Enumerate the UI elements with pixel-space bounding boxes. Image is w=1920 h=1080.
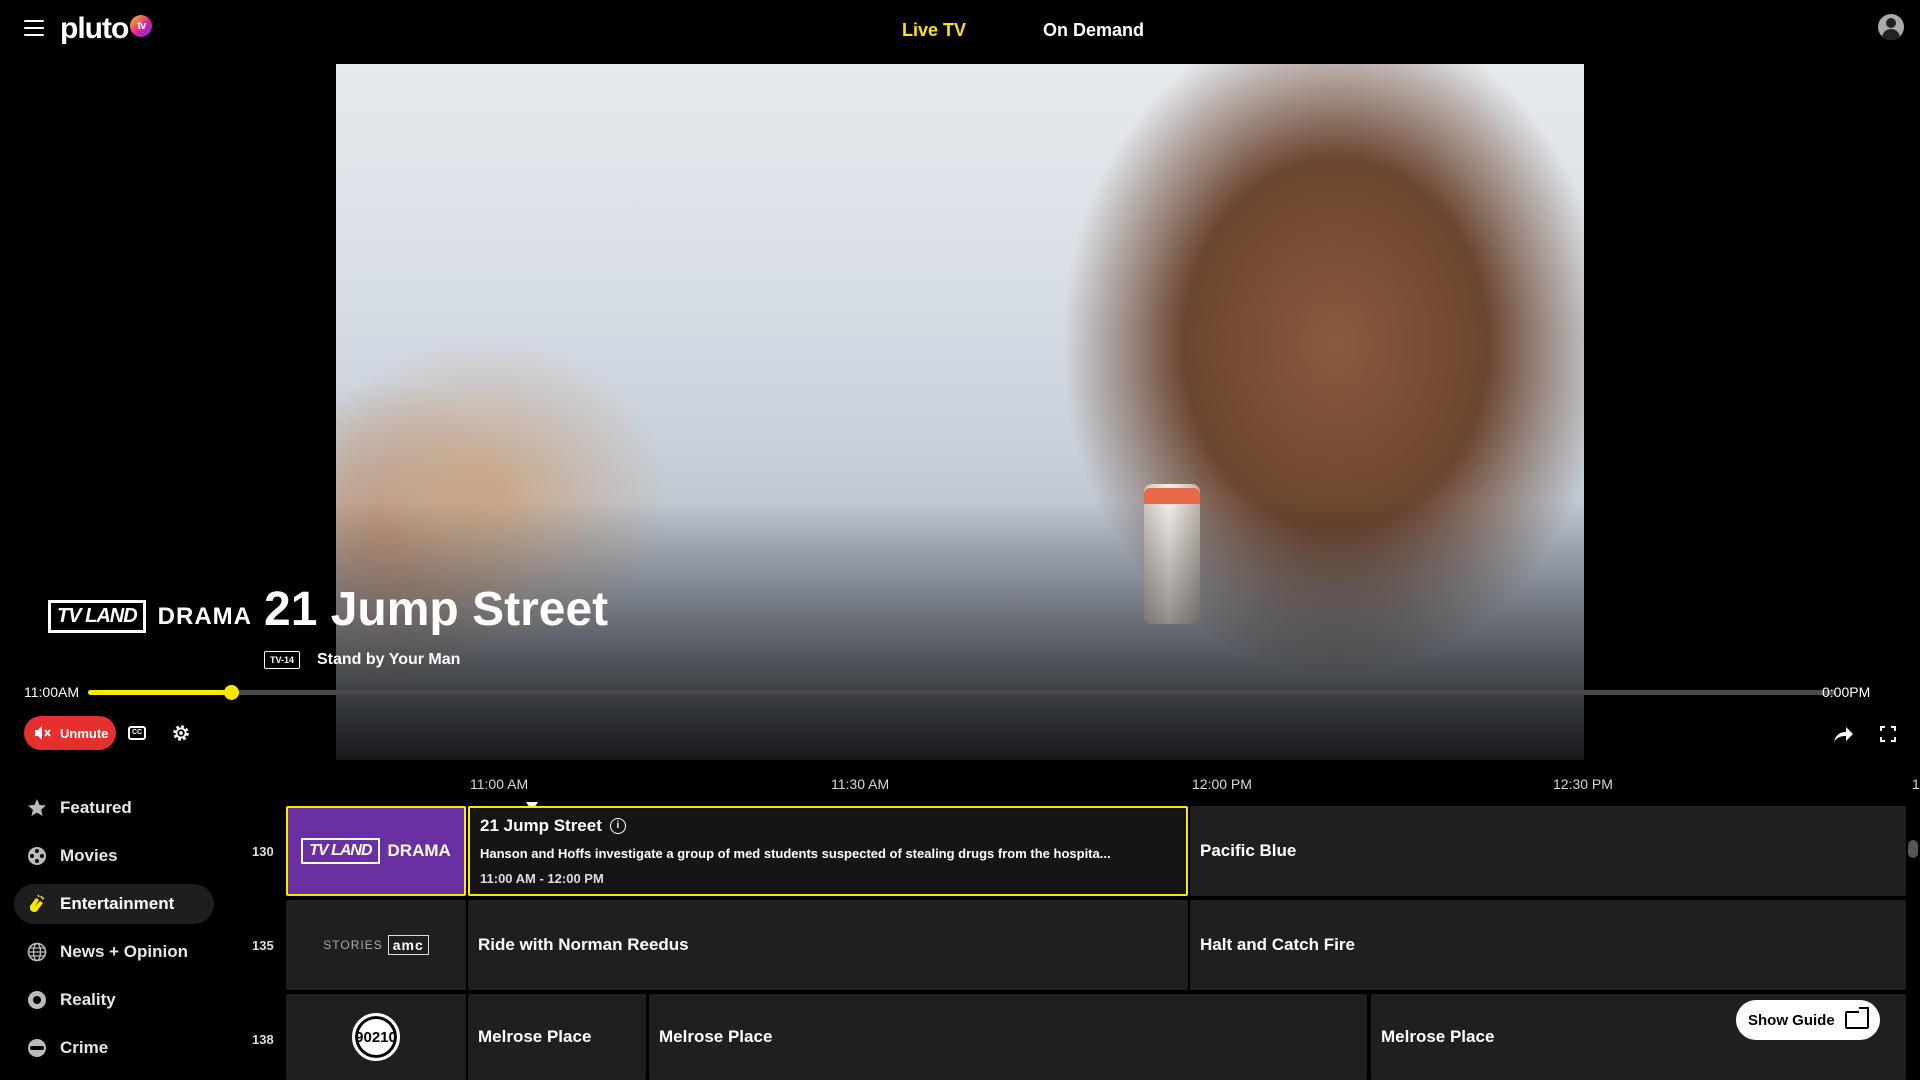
show-guide-button[interactable]: Show Guide <box>1736 1000 1880 1040</box>
fullscreen-icon[interactable] <box>1880 726 1896 742</box>
muted-speaker-icon <box>35 726 51 740</box>
progress-bar[interactable] <box>88 685 1836 700</box>
sidebar-item-crime[interactable]: Crime <box>14 1028 214 1068</box>
expand-guide-icon <box>1844 1007 1869 1029</box>
globe-icon <box>26 941 48 963</box>
time-slot: 12:30 PM <box>1553 776 1613 792</box>
share-icon[interactable] <box>1832 724 1854 744</box>
progress-handle[interactable] <box>224 685 240 700</box>
menu-icon[interactable] <box>24 20 44 36</box>
channel-cell-90210[interactable]: 90210 <box>286 994 466 1080</box>
film-reel-icon <box>26 845 48 867</box>
mask-icon <box>26 1037 48 1059</box>
progress-fill <box>88 690 232 695</box>
tab-live-tv[interactable]: Live TV <box>902 20 966 41</box>
channel-logo: TV LAND DRAMA <box>48 600 252 633</box>
unmute-button[interactable]: Unmute <box>24 716 116 750</box>
program-cell-ride-with-norman-reedus[interactable]: Ride with Norman Reedus <box>468 900 1188 990</box>
sidebar-item-news-opinion[interactable]: News + Opinion <box>14 932 214 972</box>
clapping-hands-icon <box>26 893 48 915</box>
time-slot: 12:00 PM <box>1192 776 1252 792</box>
pluto-logo[interactable]: pluto tv <box>60 12 153 46</box>
channel-number: 138 <box>252 1032 274 1047</box>
closed-caption-icon[interactable]: CC <box>128 726 146 740</box>
program-cell-halt-and-catch-fire[interactable]: Halt and Catch Fire <box>1190 900 1906 990</box>
program-cell-pacific-blue[interactable]: Pacific Blue <box>1190 806 1906 896</box>
guide-scrollbar[interactable] <box>1908 840 1918 858</box>
channel-number: 130 <box>252 844 274 859</box>
star-icon <box>26 797 48 819</box>
time-slot: 1 <box>1912 776 1920 792</box>
tvland-badge: TV LAND <box>48 600 146 633</box>
category-sidebar: Featured Movies Entertainment News + Opi… <box>14 788 214 1076</box>
video-player[interactable] <box>336 64 1584 760</box>
time-slot: 11:00 AM <box>470 776 529 792</box>
info-icon[interactable]: i <box>609 818 626 834</box>
program-description: Hanson and Hoffs investigate a group of … <box>480 846 1111 861</box>
sidebar-item-entertainment[interactable]: Entertainment <box>14 884 214 924</box>
time-start: 11:00AM <box>24 684 79 700</box>
time-slot: 11:30 AM <box>831 776 890 792</box>
profile-icon[interactable] <box>1878 14 1904 40</box>
channel-name: DRAMA <box>157 602 252 630</box>
channel-number: 135 <box>252 938 274 953</box>
time-end: 0:00PM <box>1822 684 1871 700</box>
channel-cell-tvland-drama[interactable]: TV LAND DRAMA <box>286 806 466 896</box>
program-title: 21 Jump Street <box>264 583 609 636</box>
top-bar: pluto tv Live TV On Demand <box>0 0 1920 62</box>
sidebar-item-reality[interactable]: Reality <box>14 980 214 1020</box>
episode-title: Stand by Your Man <box>317 651 461 668</box>
program-cell-21-jump-street[interactable]: 21 Jump Street i Hanson and Hoffs investi… <box>468 806 1188 896</box>
program-cell-melrose-place[interactable]: Melrose Place <box>649 994 1367 1080</box>
gear-icon[interactable] <box>170 722 192 744</box>
program-time: 11:00 AM - 12:00 PM <box>480 871 604 886</box>
program-cell-melrose-place[interactable]: Melrose Place <box>468 994 646 1080</box>
channel-cell-stories-amc[interactable]: STORIES amc <box>286 900 466 990</box>
sidebar-item-featured[interactable]: Featured <box>14 788 214 828</box>
tab-on-demand[interactable]: On Demand <box>1043 20 1144 41</box>
sidebar-item-movies[interactable]: Movies <box>14 836 214 876</box>
rating-badge: TV-14 <box>264 651 301 669</box>
reality-icon <box>26 989 48 1011</box>
